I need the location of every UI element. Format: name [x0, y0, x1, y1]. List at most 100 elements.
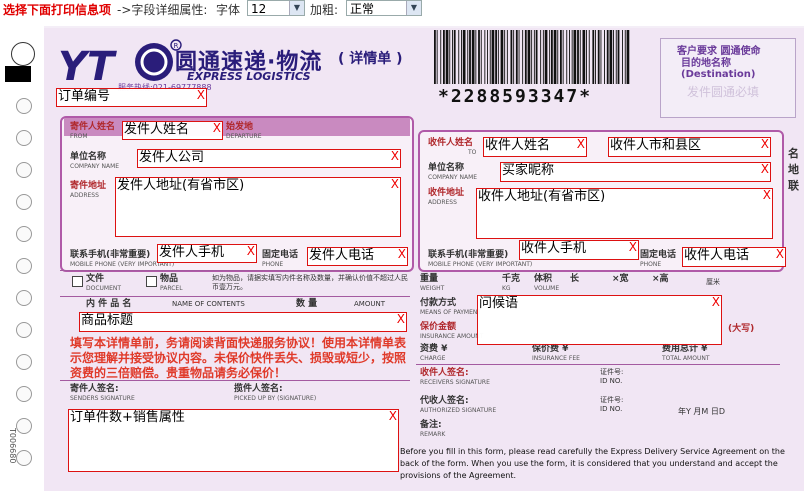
field-receiver-name[interactable]: 收件人姓名 X [483, 137, 587, 157]
feed-hole [16, 386, 32, 402]
font-size-value: 12 [251, 2, 267, 16]
parcel-checkbox[interactable] [146, 276, 157, 287]
barcode-bar [595, 30, 596, 84]
field-buyer-nick[interactable]: 买家昵称 X [500, 162, 771, 182]
form-type: ( 详情单 ) [338, 51, 403, 67]
close-icon[interactable]: X [213, 122, 221, 135]
receiver-address-label: 收件地址 ADDRESS [428, 188, 465, 206]
receiver-mobile-label: 联系手机(非常重要) MOBILE PHONE (VERY IMPORTANT) [428, 250, 533, 268]
barcode-bar [461, 30, 462, 84]
barcode-bar [489, 30, 491, 84]
barcode-bar [571, 30, 573, 84]
toolbar-title: 选择下面打印信息项 [3, 3, 112, 17]
feed-hole [16, 226, 32, 242]
barcode-bar [566, 30, 568, 84]
font-size-select[interactable]: 12 ▼ [247, 0, 305, 16]
bold-select[interactable]: 正常 ▼ [346, 0, 422, 16]
barcode-bar [491, 30, 495, 84]
barcode-bar [487, 30, 488, 84]
receiver-company-label: 单位名称 COMPANY NAME [428, 163, 478, 181]
barcode-bar [540, 30, 542, 84]
barcode-bar [549, 30, 551, 84]
sender-name-label: 寄件人姓名 FROM [70, 122, 116, 140]
barcode-bar [495, 30, 497, 84]
close-icon[interactable]: X [391, 178, 399, 191]
barcode-bar [458, 30, 460, 84]
field-receiver-phone[interactable]: 收件人电话 X [682, 247, 786, 267]
destination-box: 客户要求 圆通使命 目的地名称 (Destination) 发件圆通必填 [660, 38, 796, 118]
field-sender-name[interactable]: 发件人姓名 X [122, 121, 223, 140]
barcode-bar [592, 30, 595, 84]
kg-label: 千克 KG [502, 274, 521, 292]
chevron-down-icon[interactable]: ▼ [289, 1, 304, 15]
field-sender-phone[interactable]: 发件人电话 X [307, 247, 408, 266]
date-label: 年Y 月M 日D [678, 407, 726, 416]
origin-label: 始发地 DEPARTURE [226, 122, 262, 140]
barcode-bar [484, 30, 486, 84]
barcode-bar [527, 30, 531, 84]
feed-hole [16, 162, 32, 178]
close-icon[interactable]: X [763, 189, 771, 202]
width-label: ×宽 [612, 274, 629, 284]
barcode-bar [462, 30, 466, 84]
contents-notice: 如为物品，请据实填写内件名称及数量，并确认价值不超过人民币壹万元。 [212, 274, 408, 291]
parcel-checkbox-label: 物品 PARCEL [160, 274, 183, 292]
barcode-bar [624, 30, 626, 84]
barcode-bar [515, 30, 518, 84]
feed-hole [16, 450, 32, 466]
field-sender-company[interactable]: 发件人公司 X [137, 149, 401, 168]
sender-sign-label: 寄件人签名: SENDERS SIGNATURE [70, 384, 135, 402]
feed-hole [16, 130, 32, 146]
close-icon[interactable]: X [197, 89, 205, 102]
barcode-bar [478, 30, 480, 84]
divider [60, 380, 410, 381]
barcode-bar [604, 30, 605, 84]
field-greeting[interactable]: 问候语 X [477, 295, 722, 345]
close-icon[interactable]: X [389, 410, 397, 423]
close-icon[interactable]: X [398, 248, 406, 261]
barcode-bar [504, 30, 506, 84]
registration-mark-icon [11, 42, 35, 66]
bold-label: 加粗: [310, 3, 339, 17]
field-order-no[interactable]: 订单编号 X [56, 88, 207, 107]
barcode-bar [443, 30, 445, 84]
chevron-down-icon[interactable]: ▼ [406, 1, 421, 15]
feed-hole [16, 418, 32, 434]
company-label: 单位名称 COMPANY NAME [70, 152, 120, 170]
barcode-bar [524, 30, 527, 84]
field-receiver-city[interactable]: 收件人市和县区 X [608, 137, 771, 157]
field-order-count[interactable]: 订单件数+销售属性 X [68, 409, 399, 472]
barcode-bar [452, 30, 453, 84]
barcode-bar [440, 30, 442, 84]
close-icon[interactable]: X [247, 245, 255, 258]
font-label: 字体 [216, 3, 241, 17]
field-product-title[interactable]: 商品标题 X [79, 312, 407, 332]
insure-note: (大写) [728, 324, 755, 334]
close-icon[interactable]: X [577, 138, 585, 151]
close-icon[interactable]: X [761, 163, 769, 176]
doc-checkbox[interactable] [72, 276, 83, 287]
close-icon[interactable]: X [776, 248, 784, 261]
content-label: 内 件 品 名 [86, 299, 132, 309]
close-icon[interactable]: X [397, 313, 405, 326]
tel-label: 固定电话 PHONE [262, 250, 299, 268]
feed-hole [16, 98, 32, 114]
field-receiver-address[interactable]: 收件人地址(有省市区) X [476, 188, 773, 239]
barcode-bar [577, 30, 579, 84]
close-icon[interactable]: X [712, 296, 720, 309]
field-receiver-mobile[interactable]: 收件人手机 X [519, 240, 639, 260]
barcode-bar [613, 30, 614, 84]
close-icon[interactable]: X [629, 241, 637, 254]
barcode-bar [586, 30, 587, 84]
cm-label: 厘米 [706, 278, 720, 286]
id-label-2: 证件号: ID NO. [600, 396, 624, 413]
close-icon[interactable]: X [761, 138, 769, 151]
feed-hole [16, 354, 32, 370]
remark-label: 备注: REMARK [420, 420, 446, 438]
weight-label: 重量 WEIGHT [420, 274, 445, 292]
close-icon[interactable]: X [391, 150, 399, 163]
divider [416, 364, 780, 365]
field-sender-mobile[interactable]: 发件人手机 X [157, 244, 257, 263]
field-sender-address[interactable]: 发件人地址(有省市区) X [115, 177, 401, 237]
barcode-bar [467, 30, 469, 84]
